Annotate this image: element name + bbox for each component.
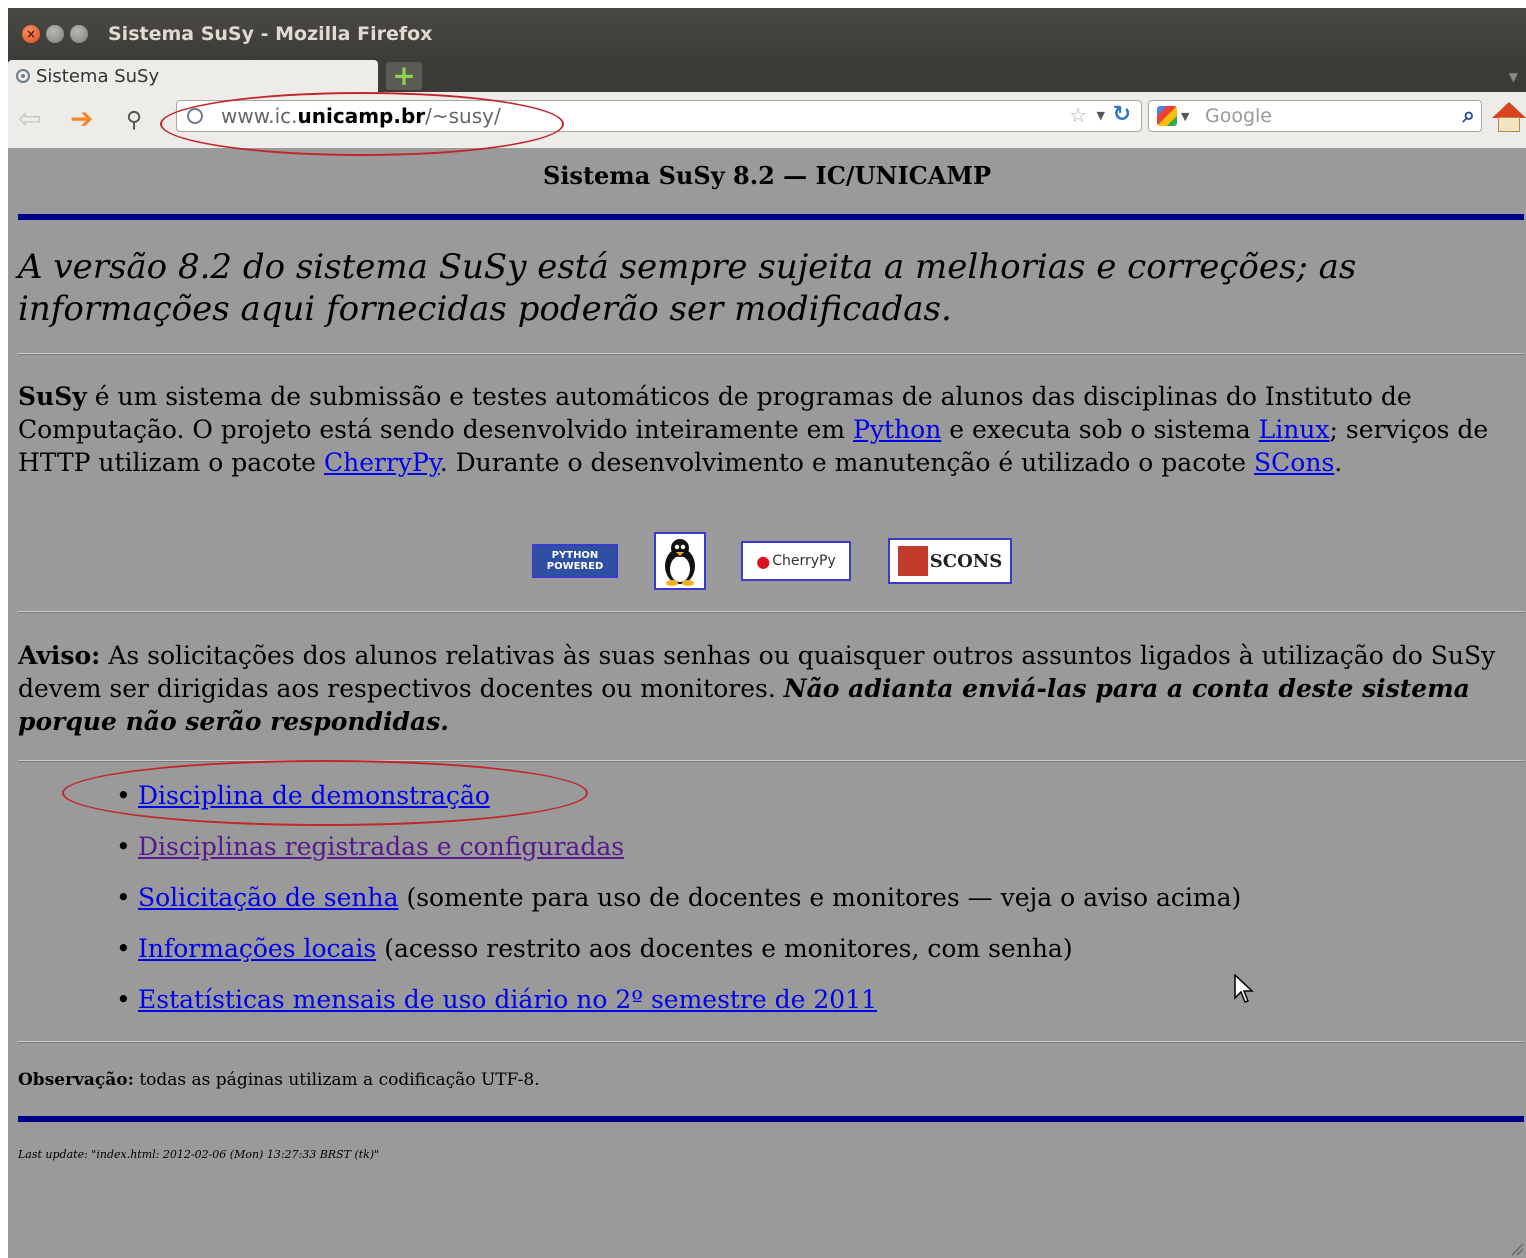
- cherrypy-link[interactable]: CherryPy: [324, 448, 440, 477]
- site-identity-icon[interactable]: [187, 108, 203, 124]
- cherry-icon: ●: [756, 551, 771, 571]
- tab-label: Sistema SuSy: [36, 65, 160, 87]
- list-item: • Solicitação de senha (somente para uso …: [116, 883, 1242, 912]
- divider: [18, 1041, 1524, 1043]
- python-link[interactable]: Python: [853, 415, 941, 444]
- badge-row: PYTHON POWERED ● CherryPy SCONS: [8, 532, 1526, 592]
- url-bar[interactable]: www.ic.unicamp.br/~susy/ ☆ ▼ ↻: [176, 100, 1142, 132]
- linux-link[interactable]: Linux: [1259, 415, 1330, 444]
- version-notice: A versão 8.2 do sistema SuSy está sempre…: [18, 247, 1357, 329]
- window-titlebar: × Sistema SuSy - Mozilla Firefox: [8, 8, 1526, 60]
- reload-icon[interactable]: ↻: [1113, 102, 1131, 127]
- observation-note: Observação: todas as páginas utilizam a …: [18, 1070, 540, 1090]
- scons-logo-icon: [897, 546, 928, 576]
- password-request-link[interactable]: Solicitação de senha: [138, 883, 399, 912]
- tab-sistema-susy[interactable]: Sistema SuSy: [8, 60, 378, 92]
- new-tab-button[interactable]: +: [386, 62, 422, 90]
- globe-icon: [16, 69, 30, 83]
- search-engine-dropdown-icon[interactable]: ▼: [1181, 110, 1189, 123]
- page-title: Sistema SuSy 8.2 — IC/UNICAMP: [542, 161, 992, 190]
- window-close-button[interactable]: ×: [22, 25, 40, 43]
- cherrypy-badge[interactable]: ● CherryPy: [741, 541, 851, 581]
- plus-icon: +: [392, 59, 416, 92]
- window-minimize-button[interactable]: [46, 25, 64, 43]
- chevron-down-icon[interactable]: ▼: [1097, 109, 1105, 122]
- tab-bar: Sistema SuSy + ▼: [8, 60, 1526, 92]
- divider: [18, 214, 1524, 220]
- list-item: • Disciplina de demonstração: [116, 781, 490, 810]
- search-bar[interactable]: ▼ Google ⌕: [1148, 100, 1482, 132]
- resize-grip-icon[interactable]: [1510, 1242, 1524, 1256]
- google-icon[interactable]: [1157, 106, 1177, 126]
- warning-paragraph: Aviso: As solicitações dos alunos relati…: [18, 641, 1496, 736]
- divider: [18, 1116, 1524, 1122]
- intro-paragraph: SuSy é um sistema de submissão e testes …: [18, 382, 1489, 477]
- divider: [18, 611, 1524, 613]
- url-text[interactable]: www.ic.unicamp.br/~susy/: [221, 104, 501, 128]
- tab-list-dropdown-icon[interactable]: ▼: [1509, 70, 1518, 84]
- search-icon[interactable]: ⌕: [1463, 103, 1475, 128]
- registered-courses-link[interactable]: Disciplinas registradas e configuradas: [138, 832, 624, 861]
- local-info-link[interactable]: Informações locais: [138, 934, 376, 963]
- mouse-cursor-icon: [1234, 974, 1254, 1003]
- list-item: • Informações locais (acesso restrito aos…: [116, 934, 1073, 963]
- divider: [18, 760, 1524, 762]
- home-icon[interactable]: [1492, 102, 1526, 134]
- python-powered-badge[interactable]: PYTHON POWERED: [532, 544, 618, 578]
- forward-button[interactable]: ➔: [70, 104, 93, 134]
- monthly-stats-link[interactable]: Estatísticas mensais de uso diário no 2º…: [138, 985, 877, 1014]
- search-input[interactable]: Google: [1205, 105, 1272, 127]
- last-update: Last update: "index.html: 2012-02-06 (Mo…: [18, 1148, 380, 1161]
- navigation-toolbar: ⇦ ➔ ⚲ www.ic.unicamp.br/~susy/ ☆ ▼ ↻ ▼ G…: [8, 92, 1526, 149]
- history-icon[interactable]: ⚲: [126, 106, 142, 136]
- divider: [18, 353, 1524, 355]
- page-content: Sistema SuSy 8.2 — IC/UNICAMP A versão 8…: [8, 148, 1526, 1258]
- window-title: Sistema SuSy - Mozilla Firefox: [108, 23, 433, 45]
- scons-link[interactable]: SCons: [1254, 448, 1334, 477]
- linux-tux-badge[interactable]: [654, 532, 706, 590]
- window-maximize-button[interactable]: [70, 25, 88, 43]
- back-button[interactable]: ⇦: [18, 104, 41, 134]
- list-item: • Disciplinas registradas e configuradas: [116, 832, 625, 861]
- penguin-icon: [665, 539, 695, 586]
- list-item: • Estatísticas mensais de uso diário no 2…: [116, 985, 878, 1014]
- links-list: • Disciplina de demonstração • Disciplinas…: [116, 781, 1241, 1036]
- scons-badge[interactable]: SCONS: [888, 538, 1012, 584]
- bookmark-star-icon[interactable]: ☆: [1069, 103, 1087, 127]
- demo-course-link[interactable]: Disciplina de demonstração: [138, 781, 490, 810]
